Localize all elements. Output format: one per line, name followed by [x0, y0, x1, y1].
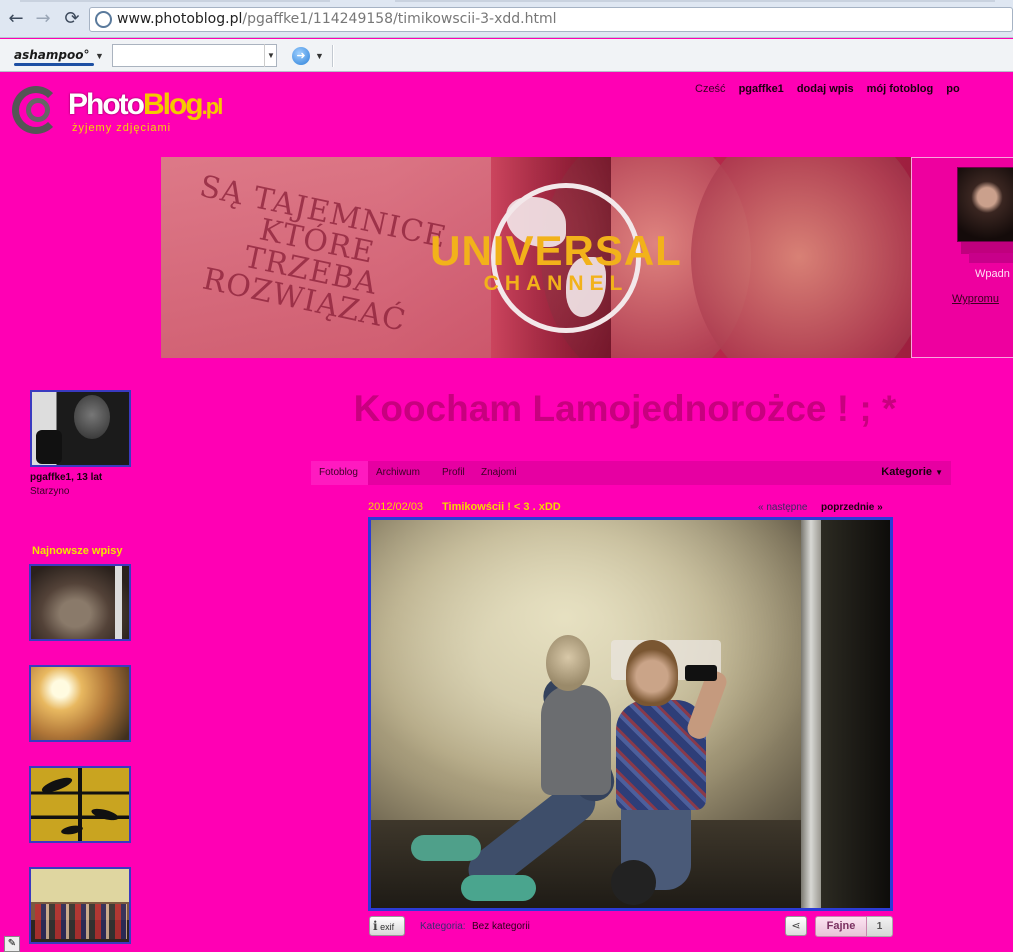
photoblog-logo[interactable]: PhotoBlog.pl żyjemy zdjęciami — [12, 84, 224, 144]
entry-photo[interactable] — [368, 517, 893, 911]
photo-person-part — [411, 835, 481, 861]
like-button[interactable]: Fajne — [815, 916, 867, 937]
latest-entry-thumbnail[interactable] — [29, 665, 131, 742]
avatar-hand — [36, 430, 62, 464]
avatar[interactable] — [30, 390, 131, 467]
category-link[interactable]: Bez kategorii — [472, 921, 530, 932]
share-icon[interactable]: ⋖ — [785, 916, 807, 936]
latest-entries-heading: Najnowsze wpisy — [32, 545, 123, 557]
thumb-detail — [115, 566, 122, 639]
banner-man-image — [691, 157, 911, 358]
photo-person-part — [541, 685, 611, 795]
photo-person — [611, 630, 811, 905]
logo-text: PhotoBlog.pl — [68, 88, 224, 122]
banner-brand-sub: CHANNEL — [483, 272, 629, 295]
chevron-down-icon: ▼ — [935, 468, 943, 477]
entry-title: Timikowścii ! < 3 . xDD — [442, 501, 561, 513]
blog-menu: Fotoblog Archiwum Profil Znajomi Kategor… — [311, 461, 951, 485]
decor-bar — [969, 253, 1013, 263]
chevron-down-icon[interactable]: ▼ — [95, 51, 104, 61]
photo-phone — [685, 665, 717, 681]
universal-channel-ad-banner[interactable]: SĄ TAJEMNICE KTÓRE TRZEBA ROZWIĄZAĆ UNIV… — [161, 157, 911, 358]
latest-entry-thumbnail[interactable] — [29, 766, 131, 843]
category-label: Kategoria: — [420, 921, 466, 932]
entry-date: 2012/02/03 — [368, 501, 424, 513]
exif-button[interactable]: i exif — [369, 916, 405, 936]
ashampoo-swoosh — [14, 63, 94, 66]
back-arrow-icon[interactable]: ← — [6, 9, 26, 29]
nav-username-link[interactable]: pgaffke1 — [739, 83, 784, 95]
profile-name[interactable]: pgaffke1, 13 lat — [30, 472, 102, 483]
nav-my-photoblog-link[interactable]: mój fotoblog — [867, 83, 934, 95]
nav-add-entry-link[interactable]: dodaj wpis — [797, 83, 854, 95]
url-field[interactable]: www.photoblog.pl/pgaffke1/114249158/timi… — [89, 7, 1013, 32]
avatar-face — [74, 395, 110, 439]
globe-icon — [95, 11, 112, 28]
promote-link[interactable]: Wypromu — [952, 293, 999, 305]
reload-icon[interactable]: ⟳ — [62, 9, 82, 29]
blog-title: Koocham Lamojednorożce ! ; * — [353, 388, 897, 429]
exif-label: exif — [380, 922, 395, 932]
info-icon: i — [373, 919, 378, 933]
browser-tab-edge — [20, 0, 330, 2]
ashampoo-logo[interactable]: ashampoo° — [14, 48, 89, 62]
photo-doorway — [821, 520, 890, 908]
categories-dropdown[interactable]: Kategorie ▼ — [881, 466, 943, 478]
ashampoo-toolbar: ashampoo° ▼ ▼ ➜ ▼ — [0, 39, 1013, 72]
browser-tab-edge — [395, 0, 995, 2]
logo-blog: Blog — [142, 88, 204, 121]
categories-label: Kategorie — [881, 466, 933, 478]
forward-arrow-icon[interactable]: → — [33, 9, 53, 29]
top-nav: Cześć pgaffke1 dodaj wpis mój fotoblog po — [695, 83, 973, 95]
go-arrow-icon[interactable]: ➜ — [292, 47, 310, 65]
thumb-detail — [35, 904, 127, 939]
logo-ring-icon — [26, 98, 50, 122]
logo-photo: Photo — [68, 88, 145, 121]
url-host: www.photoblog.pl — [117, 11, 243, 27]
logo-tagline: żyjemy zdjęciami — [72, 122, 172, 134]
visit-link[interactable]: Wpadn — [975, 268, 1010, 280]
nav-more-link[interactable]: po — [946, 83, 959, 95]
profile-city: Starzyno — [30, 486, 70, 497]
browser-address-bar: ← → ⟳ www.photoblog.pl/pgaffke1/11424915… — [0, 0, 1013, 38]
greeting: Cześć — [695, 83, 726, 95]
featured-user-panel: Wpadn Wypromu — [911, 157, 1013, 358]
photo-person-part — [546, 635, 590, 691]
tab-archiwum[interactable]: Archiwum — [376, 467, 420, 478]
latest-entry-thumbnail[interactable] — [29, 564, 131, 641]
photo-person — [411, 630, 620, 901]
chevron-down-icon[interactable]: ▼ — [264, 44, 277, 67]
banner-brand-main: UNIVERSAL — [430, 227, 682, 274]
previous-entry-link[interactable]: poprzednie » — [821, 502, 883, 513]
photo-person-part — [626, 640, 678, 706]
url-path: /pgaffke1/114249158/timikowscii-3-xdd.ht… — [242, 11, 557, 27]
url-text: www.photoblog.pl/pgaffke1/114249158/timi… — [117, 11, 557, 27]
latest-entry-thumbnail[interactable] — [29, 867, 131, 944]
chevron-down-icon[interactable]: ▼ — [315, 51, 324, 61]
photo-person-part — [461, 875, 536, 901]
toolbar-separator — [332, 45, 334, 67]
tab-profil[interactable]: Profil — [442, 467, 465, 478]
toolbar-search-input[interactable] — [112, 44, 277, 67]
featured-user-photo[interactable] — [957, 167, 1013, 242]
next-entry-link[interactable]: « następne — [758, 502, 808, 513]
logo-pl: .pl — [201, 94, 224, 119]
photo-person-part — [611, 860, 656, 905]
notes-icon[interactable]: ✎ — [4, 936, 20, 952]
tab-znajomi[interactable]: Znajomi — [481, 467, 517, 478]
like-count: 1 — [867, 916, 893, 937]
tab-fotoblog[interactable]: Fotoblog — [319, 467, 358, 478]
